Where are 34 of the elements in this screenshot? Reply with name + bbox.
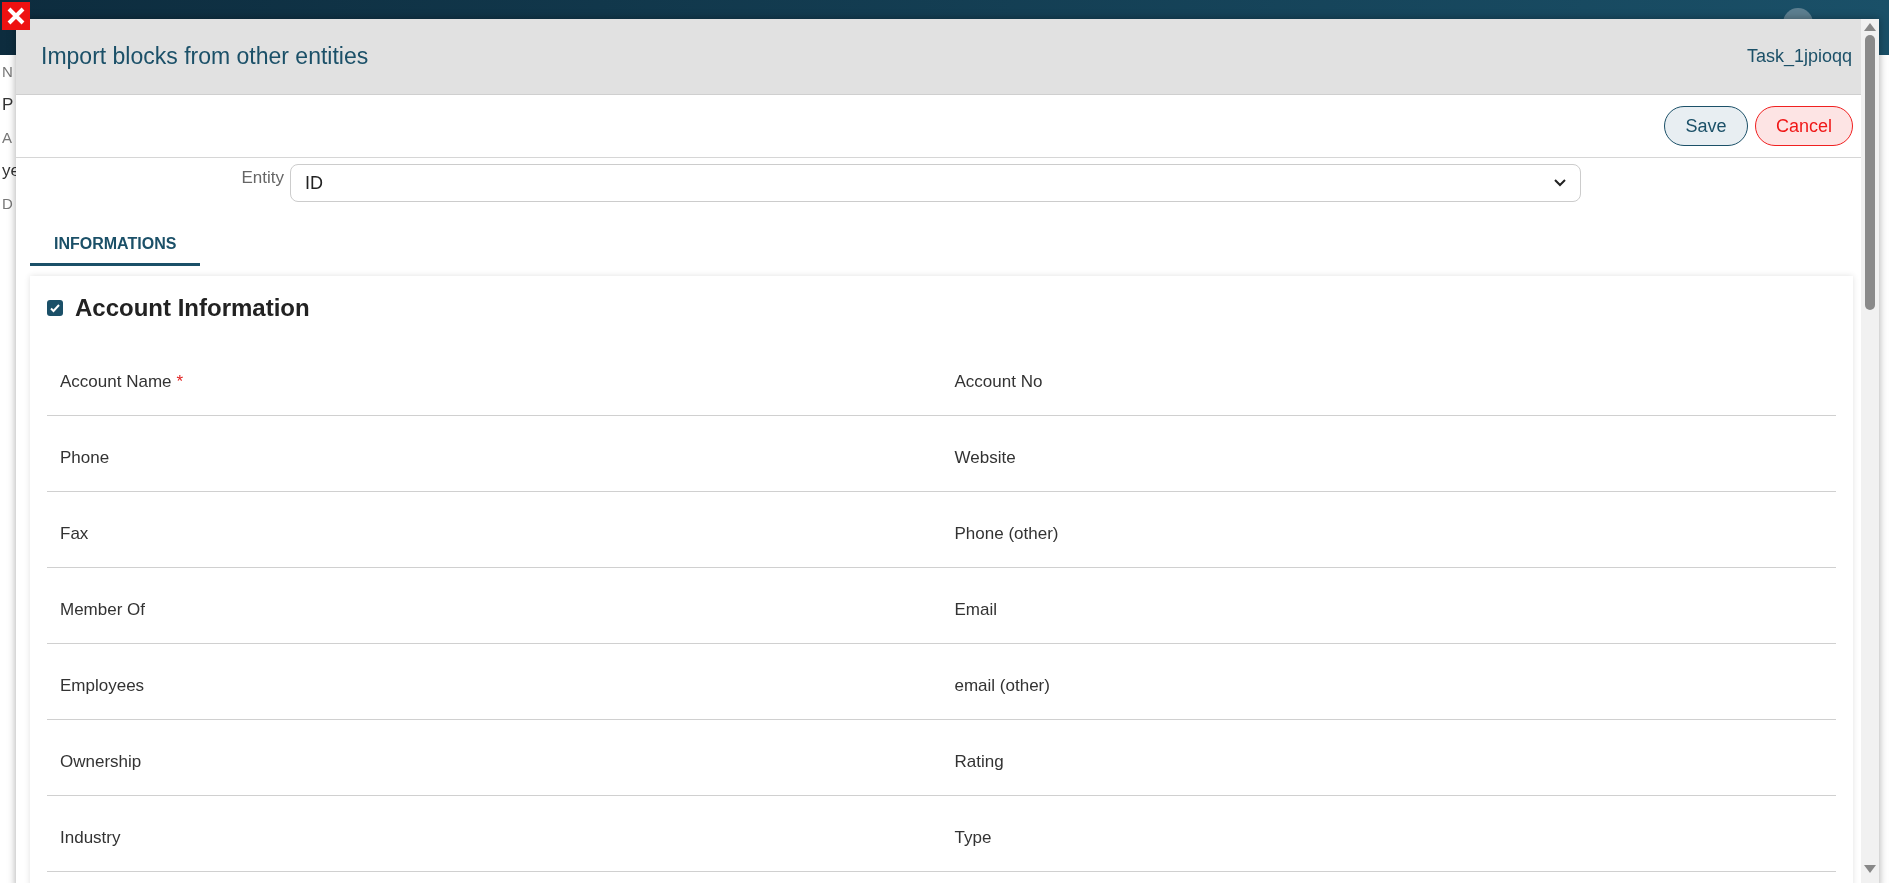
field-label: Email xyxy=(954,600,997,619)
field-label: Fax xyxy=(60,524,89,543)
field-label: Rating xyxy=(954,752,1004,771)
section-title: Account Information xyxy=(75,293,310,323)
cancel-button[interactable]: Cancel xyxy=(1755,106,1853,146)
field-label: Member Of xyxy=(60,600,146,619)
section-checkbox[interactable] xyxy=(47,300,63,316)
background-text: A xyxy=(1,128,13,148)
scroll-thumb[interactable] xyxy=(1865,35,1875,310)
required-mark: * xyxy=(176,372,184,391)
entity-select[interactable]: ID xyxy=(290,164,1581,202)
scroll-up-icon[interactable] xyxy=(1864,23,1876,31)
field-label: Phone (other) xyxy=(954,524,1059,543)
field-label: Website xyxy=(954,448,1016,467)
dialog-title: Import blocks from other entities xyxy=(41,42,369,72)
scrollbar[interactable] xyxy=(1861,19,1879,883)
close-icon[interactable] xyxy=(2,2,30,30)
chevron-down-icon xyxy=(1554,179,1566,187)
field-label: email (other) xyxy=(954,676,1050,695)
background-text: N xyxy=(1,62,14,82)
field-label: Account No xyxy=(954,372,1043,391)
field-label: Phone xyxy=(60,448,110,467)
field-label: Ownership xyxy=(60,752,142,771)
entity-label: Entity xyxy=(240,167,285,190)
scroll-down-icon[interactable] xyxy=(1864,865,1876,873)
field-label: Industry xyxy=(60,828,121,847)
save-button[interactable]: Save xyxy=(1664,106,1748,146)
field-label: Account Name xyxy=(60,372,172,391)
background-text: P xyxy=(1,94,15,116)
field-label: Employees xyxy=(60,676,145,695)
tab[interactable]: INFORMATIONS xyxy=(30,224,201,266)
background-text: D xyxy=(1,194,14,214)
task-name: Task_1jpioqq xyxy=(1746,45,1852,69)
field-label: Type xyxy=(954,828,992,847)
